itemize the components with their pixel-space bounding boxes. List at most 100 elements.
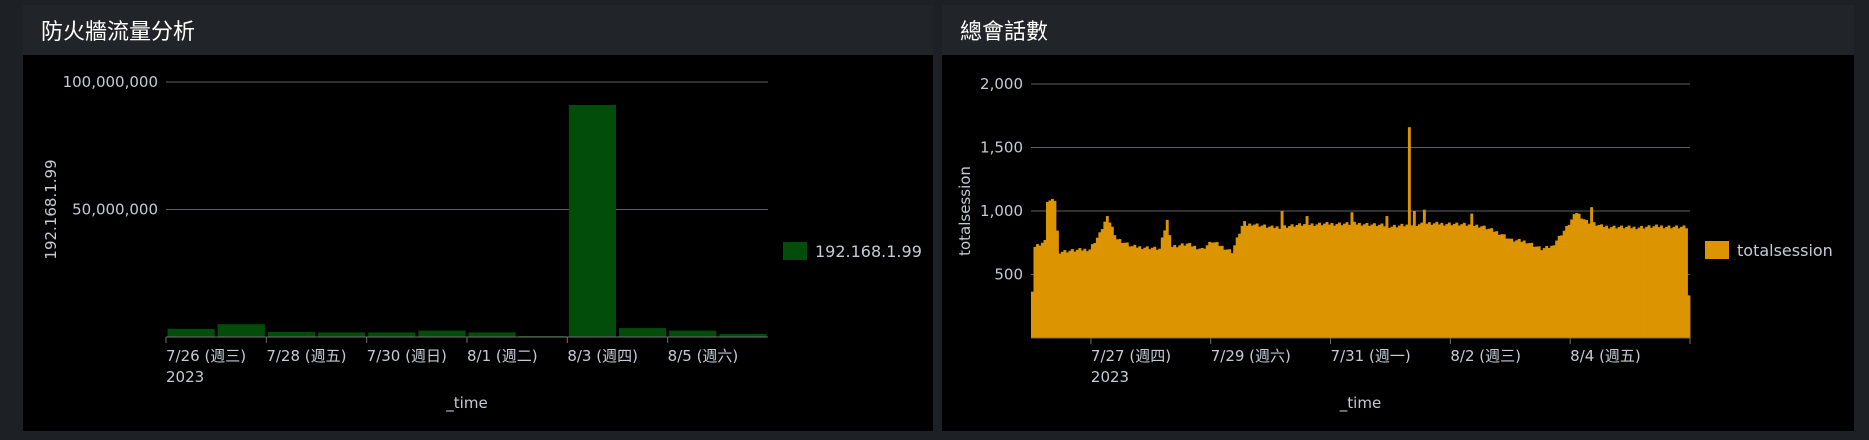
y-tick-label: 100,000,000 xyxy=(63,73,158,91)
bar xyxy=(1392,224,1396,338)
bar xyxy=(1412,211,1416,338)
bar xyxy=(1120,243,1124,338)
x-axis-title: _time xyxy=(1339,394,1381,413)
bar xyxy=(1507,238,1511,338)
bar xyxy=(1263,224,1267,338)
x-tick-year: 2023 xyxy=(166,368,204,386)
bar xyxy=(1655,224,1658,338)
bar xyxy=(1647,225,1651,338)
bar xyxy=(1590,207,1594,338)
y-tick-label: 50,000,000 xyxy=(72,201,158,219)
bar xyxy=(1303,224,1306,338)
bar xyxy=(1258,226,1262,338)
bar xyxy=(1502,234,1506,338)
bar xyxy=(1670,228,1673,338)
firewall-traffic-panel: 防火牆流量分析 50,000,000 100,000,000 7/26 (週三) 20… xyxy=(23,5,933,431)
bar xyxy=(1283,225,1287,338)
bar xyxy=(1612,225,1616,338)
bar xyxy=(669,330,717,337)
bar xyxy=(1430,224,1434,338)
bar xyxy=(1377,224,1381,338)
bar xyxy=(1098,232,1102,338)
y-tick-label: 1,500 xyxy=(980,139,1023,157)
bar xyxy=(1665,226,1668,338)
bar xyxy=(1497,234,1501,338)
bar xyxy=(1308,225,1311,338)
bar xyxy=(1245,225,1249,338)
bar xyxy=(1557,235,1561,338)
bar xyxy=(1535,246,1539,338)
legend-label: 192.168.1.99 xyxy=(815,242,922,261)
bar xyxy=(1310,223,1314,338)
bar xyxy=(1487,228,1491,338)
bar xyxy=(1108,222,1112,338)
y-tick-label: 2,000 xyxy=(980,75,1023,93)
bar xyxy=(1188,242,1192,338)
bar xyxy=(1635,229,1638,338)
bar xyxy=(1138,246,1142,338)
bar xyxy=(1078,248,1082,338)
bar xyxy=(1555,240,1559,338)
bar xyxy=(1158,248,1162,338)
bar xyxy=(1208,241,1212,338)
bar xyxy=(1465,225,1469,338)
bar xyxy=(1183,245,1187,338)
bar xyxy=(1193,245,1197,338)
panel-title: 防火牆流量分析 xyxy=(41,20,196,45)
bar xyxy=(1060,251,1064,338)
bar xyxy=(1382,226,1386,338)
bar xyxy=(1145,246,1149,338)
total-sessions-panel: 總會話數 500 1,000 1,500 2,000 7/27 (週四) 2023 7/29… xyxy=(942,5,1854,431)
bar xyxy=(1470,213,1474,338)
bar xyxy=(1285,227,1289,338)
bar xyxy=(1185,243,1189,338)
bar xyxy=(1340,225,1344,338)
bar xyxy=(1163,230,1167,338)
bar xyxy=(1095,237,1099,338)
bar xyxy=(1268,226,1272,338)
bar xyxy=(1100,229,1104,338)
bar xyxy=(1572,214,1576,338)
bar xyxy=(1632,226,1636,338)
bar xyxy=(1288,226,1292,338)
y-axis-title: totalsession xyxy=(956,166,974,256)
bar xyxy=(1410,225,1414,338)
bar xyxy=(1128,246,1132,338)
bar xyxy=(1035,244,1039,338)
bar xyxy=(1685,228,1688,338)
bar xyxy=(1527,243,1531,338)
bar xyxy=(1153,246,1157,338)
bar xyxy=(1150,247,1154,338)
bar xyxy=(368,332,416,337)
bar xyxy=(1270,225,1274,338)
bar xyxy=(1397,225,1401,338)
bar xyxy=(1445,224,1449,338)
bar xyxy=(1585,220,1589,338)
bar xyxy=(1400,223,1404,338)
bar xyxy=(1220,245,1224,338)
bar xyxy=(1230,253,1234,338)
bar xyxy=(1452,223,1456,338)
bar xyxy=(1348,224,1351,338)
bar xyxy=(1490,228,1494,338)
bar xyxy=(1492,231,1496,338)
bar xyxy=(1370,224,1374,338)
bar xyxy=(1592,222,1596,338)
bar xyxy=(1278,228,1282,338)
bar xyxy=(1038,245,1042,338)
bar xyxy=(1425,223,1429,338)
legend-swatch xyxy=(1705,241,1729,259)
panel-header: 總會話數 xyxy=(942,5,1854,55)
bar xyxy=(1575,213,1579,338)
bar xyxy=(1660,225,1663,338)
bar xyxy=(1315,224,1319,338)
bar xyxy=(1173,244,1177,338)
bar xyxy=(1175,247,1179,338)
bar xyxy=(1300,225,1304,338)
bar xyxy=(1642,228,1646,338)
bar xyxy=(1215,242,1219,338)
bar xyxy=(1365,222,1369,338)
bar xyxy=(1275,226,1279,338)
bar xyxy=(1562,230,1566,338)
bar xyxy=(1485,229,1489,338)
